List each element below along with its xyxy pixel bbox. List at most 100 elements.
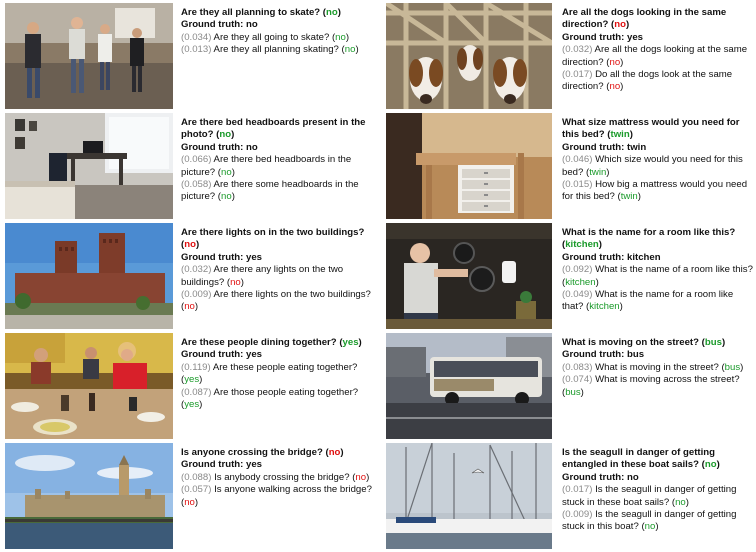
- paraphrase-answer: no: [221, 191, 232, 203]
- paraphrase-answer: no: [221, 166, 232, 178]
- paraphrase-answer: no: [184, 496, 195, 508]
- paraphrase-answer: no: [644, 521, 656, 533]
- paraphrase-answer: no: [355, 471, 367, 483]
- paraphrase-score: (0.087): [181, 386, 212, 398]
- predicted-answer: twin: [610, 129, 630, 141]
- paraphrase-answer: bus: [724, 361, 741, 373]
- paraphrase: (0.034) Are they all going to skate? (no…: [181, 31, 350, 43]
- photo-bed-drawers: [386, 113, 552, 219]
- example-cell: Are all the dogs looking in the same dir…: [384, 0, 756, 110]
- paraphrase-score: (0.032): [181, 264, 212, 276]
- paraphrase-score: (0.032): [562, 44, 593, 56]
- example-cell: What size mattress would you need for th…: [384, 110, 756, 220]
- photo-kitchen-man: [386, 223, 552, 329]
- ground-truth: Ground truth: no: [181, 141, 258, 153]
- example-text: What size mattress would you need for th…: [562, 117, 754, 204]
- question: Is the seagull in danger of getting enta…: [562, 447, 720, 471]
- paraphrase: (0.032) Are all the dogs looking at the …: [562, 44, 748, 68]
- photo-seagull-harbor: [386, 443, 552, 549]
- predicted-answer: bus: [704, 337, 722, 348]
- predicted-answer: yes: [342, 337, 359, 348]
- example-cell: What is the name for a room like this? (…: [384, 220, 756, 330]
- paraphrase: (0.119) Are these people eating together…: [181, 361, 358, 386]
- photo-bridge-river: [5, 443, 173, 549]
- paraphrase: (0.057) Is anyone walking across the bri…: [181, 484, 372, 508]
- example-text: Are there bed headboards present in the …: [181, 117, 381, 204]
- paraphrase-answer: yes: [184, 399, 200, 411]
- paraphrase-answer: twin: [589, 166, 607, 178]
- example-cell: Are these people dining together? (yes) …: [0, 330, 384, 440]
- photo-brick-buildings: [5, 223, 173, 329]
- paraphrase: (0.015) How big a mattress would you nee…: [562, 179, 748, 203]
- paraphrase-score: (0.017): [562, 69, 593, 81]
- paraphrase: (0.009) Are there lights on the two buil…: [181, 289, 371, 313]
- question: Are there bed headboards present in the …: [181, 117, 366, 141]
- predicted-answer: kitchen: [565, 239, 599, 251]
- example-text: Are these people dining together? (yes) …: [181, 337, 381, 411]
- paraphrase-score: (0.034): [181, 31, 212, 43]
- question: Are these people dining together? (yes): [181, 337, 362, 348]
- paraphrase: (0.017) Do all the dogs look at the same…: [562, 69, 733, 93]
- predicted-answer: no: [326, 7, 338, 18]
- paraphrase-score: (0.074): [562, 374, 593, 386]
- example-text: What is the name for a room like this? (…: [562, 227, 754, 314]
- paraphrase-score: (0.119): [181, 361, 211, 373]
- paraphrase-answer: no: [184, 301, 195, 313]
- paraphrase-answer: no: [230, 276, 241, 288]
- question: Is anyone crossing the bridge? (no): [181, 447, 344, 458]
- paraphrase-score: (0.088): [181, 471, 212, 483]
- ground-truth: Ground truth: yes: [181, 459, 263, 471]
- question: Are they all planning to skate? (no): [181, 7, 341, 18]
- paraphrase-answer: no: [344, 44, 356, 56]
- ground-truth: Ground truth: yes: [562, 31, 644, 43]
- paraphrase: (0.083) What is moving in the street? (b…: [562, 361, 744, 373]
- ground-truth: Ground truth: bus: [562, 349, 645, 361]
- question: Are there lights on in the two buildings…: [181, 227, 365, 251]
- paraphrase-score: (0.046): [562, 154, 593, 166]
- paraphrase-score: (0.015): [562, 179, 593, 191]
- paraphrase-answer: no: [675, 496, 686, 508]
- ground-truth: Ground truth: twin: [562, 141, 647, 153]
- paraphrase: (0.049) What is the name for a room like…: [562, 289, 734, 313]
- paraphrase-score: (0.009): [181, 289, 212, 301]
- paraphrase-score: (0.092): [562, 264, 593, 276]
- photo-dogs-behind-fence: [386, 3, 552, 109]
- paraphrase-score: (0.083): [562, 361, 593, 373]
- paraphrase: (0.017) Is the seagull in danger of gett…: [562, 484, 737, 508]
- paraphrase: (0.058) Are there some headboards in the…: [181, 179, 359, 203]
- paraphrase: (0.032) Are there any lights on the two …: [181, 264, 344, 288]
- paraphrase-answer: twin: [620, 191, 638, 203]
- ground-truth: Ground truth: yes: [181, 251, 263, 263]
- photo-dining-table: [5, 333, 173, 439]
- example-cell: Is anyone crossing the bridge? (no) Grou…: [0, 440, 384, 552]
- example-text: Are there lights on in the two buildings…: [181, 227, 381, 314]
- figure-grid: Are they all planning to skate? (no) Gro…: [0, 0, 756, 552]
- question: What size mattress would you need for th…: [562, 117, 740, 141]
- paraphrase: (0.009) Is the seagull in danger of gett…: [562, 509, 737, 533]
- paraphrase-answer: bus: [565, 386, 581, 398]
- example-cell: Is the seagull in danger of getting enta…: [384, 440, 756, 552]
- paraphrase-answer: no: [609, 81, 621, 93]
- example-cell: Are they all planning to skate? (no) Gro…: [0, 0, 384, 110]
- paraphrase-score: (0.049): [562, 289, 593, 301]
- paraphrase-score: (0.057): [181, 484, 212, 496]
- example-text: Are all the dogs looking in the same dir…: [562, 7, 754, 94]
- paraphrase-answer: no: [335, 31, 346, 43]
- ground-truth: Ground truth: no: [181, 19, 258, 31]
- paraphrase: (0.046) Which size would you need for th…: [562, 154, 743, 178]
- paraphrase-score: (0.058): [181, 179, 212, 191]
- paraphrase: (0.074) What is moving across the street…: [562, 374, 740, 398]
- photo-bus-street: [386, 333, 552, 439]
- paraphrase-score: (0.013): [181, 44, 212, 56]
- paraphrase: (0.092) What is the name of a room like …: [562, 264, 753, 288]
- question: What is moving on the street? (bus): [562, 337, 726, 348]
- photo-bedroom: [5, 113, 173, 219]
- paraphrase-score: (0.017): [562, 484, 593, 496]
- predicted-answer: no: [184, 239, 196, 251]
- ground-truth: Ground truth: kitchen: [562, 251, 661, 263]
- predicted-answer: no: [614, 19, 626, 31]
- predicted-answer: no: [328, 447, 341, 458]
- example-text: Are they all planning to skate? (no) Gro…: [181, 7, 381, 57]
- predicted-answer: no: [219, 129, 232, 141]
- example-text: What is moving on the street? (bus) Grou…: [562, 337, 754, 399]
